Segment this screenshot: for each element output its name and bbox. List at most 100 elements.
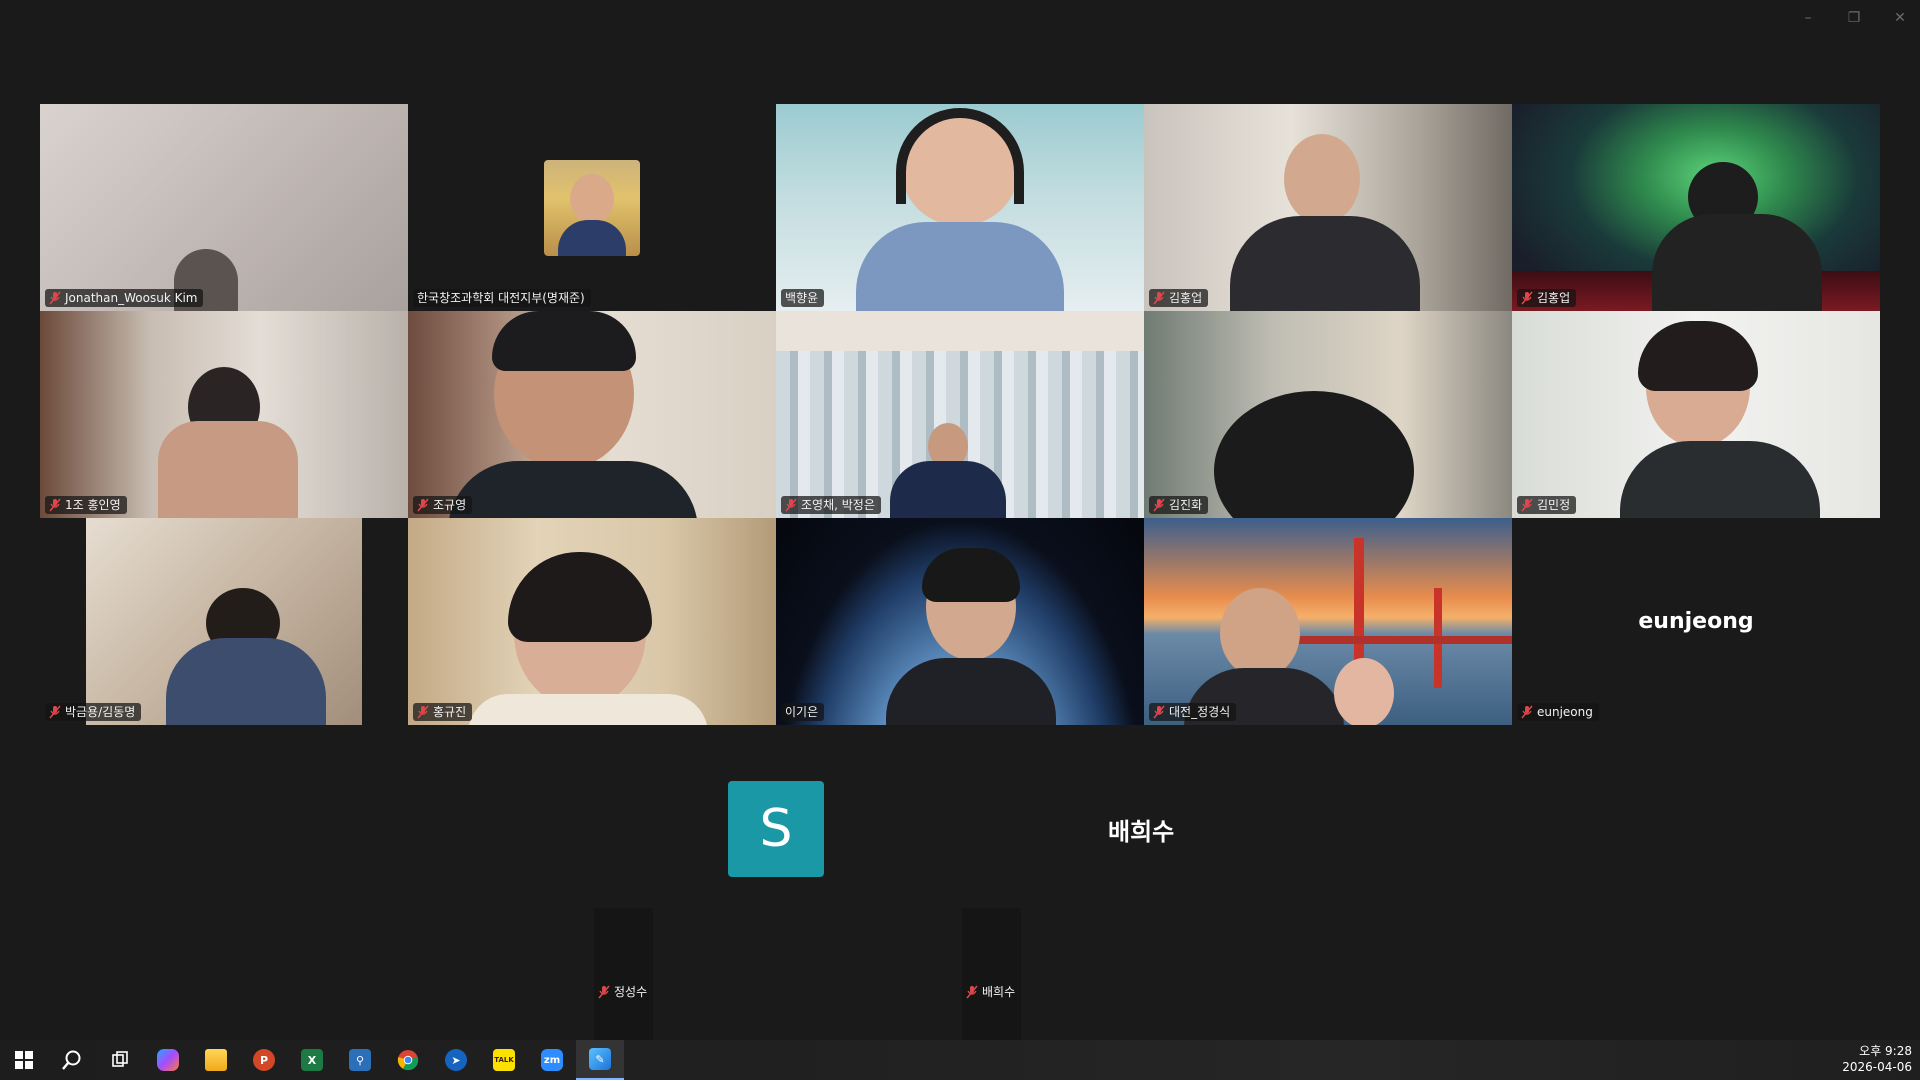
participant-display-name: eunjeong xyxy=(1638,609,1754,634)
participant-avatar[interactable]: S xyxy=(728,781,824,877)
mic-off-icon xyxy=(417,498,429,512)
chrome-icon[interactable] xyxy=(384,1040,432,1080)
app-icon[interactable]: ⚲ xyxy=(336,1040,384,1080)
participant-body xyxy=(166,638,326,725)
close-button[interactable]: ✕ xyxy=(1890,8,1910,28)
video-tile[interactable]: 이기은 xyxy=(776,518,1144,725)
video-tile[interactable]: 조영채, 박정은 xyxy=(776,311,1144,518)
video-feed xyxy=(776,104,1144,311)
hair xyxy=(1638,321,1758,391)
video-tile[interactable]: 1조 홍인영 xyxy=(40,311,408,518)
video-tile[interactable]: 대전_정경식 xyxy=(1144,518,1512,725)
participant-body xyxy=(1230,216,1420,311)
participant-name: 1조 홍인영 xyxy=(65,498,121,512)
participant-name: 조영채, 박정은 xyxy=(801,498,875,512)
zoom-icon[interactable]: zm xyxy=(528,1040,576,1080)
video-tile[interactable]: 박금용/김동명 xyxy=(40,518,408,725)
video-feed xyxy=(40,311,408,518)
restore-button[interactable]: ❐ xyxy=(1844,8,1864,28)
mic-off-icon xyxy=(785,498,797,512)
video-tile[interactable]: 홍규진 xyxy=(408,518,776,725)
video-tile-active-speaker[interactable]: 백향윤 xyxy=(776,104,1144,311)
participant-silhouette xyxy=(1220,588,1300,678)
video-feed xyxy=(86,518,362,725)
video-feed xyxy=(408,311,776,518)
video-tile[interactable]: 김홍업 xyxy=(1512,104,1880,311)
participant-name-tag: 김홍업 xyxy=(1517,289,1577,307)
video-tile[interactable]: 김진화 xyxy=(1144,311,1512,518)
participant-name: 김민정 xyxy=(1537,498,1571,512)
video-tile[interactable]: eunjeong eunjeong xyxy=(1512,518,1880,725)
participant-name: 정성수 xyxy=(614,985,648,999)
participant-name-tag: 한국창조과학회 대전지부(명재준) xyxy=(413,289,591,307)
zoom-meeting-window: – ❐ ✕ Jonathan_Woosuk Kim 한국창조과학회 대전지부(명… xyxy=(0,0,1920,1080)
powerpoint-icon[interactable]: P xyxy=(240,1040,288,1080)
participant-body xyxy=(468,694,708,725)
video-tile[interactable]: 조규영 xyxy=(408,311,776,518)
participant-body xyxy=(158,421,298,518)
hair xyxy=(508,552,652,642)
participant-body xyxy=(1620,441,1820,518)
child-silhouette xyxy=(1334,658,1394,725)
participant-name: 조규영 xyxy=(433,498,467,512)
video-feed-earth-background xyxy=(776,518,1144,725)
participant-name-tag: 1조 홍인영 xyxy=(45,496,127,514)
participant-name: 김홍업 xyxy=(1537,291,1571,305)
mic-off-icon xyxy=(1521,498,1533,512)
video-feed xyxy=(408,518,776,725)
windows-taskbar: P X ⚲ ➤ TALK zm ✎ 오후 9:28 2026-04-06 xyxy=(0,1040,1920,1080)
participant-body xyxy=(890,461,1006,518)
video-feed xyxy=(1144,311,1512,518)
hair xyxy=(492,311,636,371)
participant-name: 백향윤 xyxy=(785,291,819,305)
kakaotalk-icon[interactable]: TALK xyxy=(480,1040,528,1080)
participant-name-tag: 박금용/김동명 xyxy=(45,703,142,721)
mic-off-icon xyxy=(1153,498,1165,512)
participant-name: Jonathan_Woosuk Kim xyxy=(65,291,198,305)
screen-tool-icon[interactable]: ✎ xyxy=(576,1040,624,1080)
video-feed-aurora-background xyxy=(1512,104,1880,311)
clock-date: 2026-04-06 xyxy=(1842,1060,1912,1074)
profile-picture xyxy=(544,160,640,256)
participant-display-name[interactable]: 배희수 xyxy=(1108,812,1174,847)
participant-name: 김진화 xyxy=(1169,498,1203,512)
pinned-app-icon[interactable]: ➤ xyxy=(432,1040,480,1080)
task-view-icon[interactable] xyxy=(96,1040,144,1080)
participant-name: eunjeong xyxy=(1537,705,1593,719)
mic-off-icon xyxy=(49,498,61,512)
participant-name-tag: 백향윤 xyxy=(781,289,825,307)
participant-name: 홍규진 xyxy=(433,705,467,719)
participant-name: 배희수 xyxy=(982,985,1016,999)
window-controls: – ❐ ✕ xyxy=(1798,8,1910,28)
copilot-icon[interactable] xyxy=(144,1040,192,1080)
clock-time: 오후 9:28 xyxy=(1859,1044,1912,1058)
participant-name-tag: 이기은 xyxy=(781,703,825,721)
participant-name-tag: Jonathan_Woosuk Kim xyxy=(45,289,204,307)
participant-body xyxy=(1652,214,1822,311)
hair xyxy=(922,548,1020,602)
excel-icon[interactable]: X xyxy=(288,1040,336,1080)
mic-off-icon xyxy=(49,291,61,305)
search-icon[interactable] xyxy=(48,1040,96,1080)
participant-name-tag: 조영채, 박정은 xyxy=(781,496,881,514)
video-tile[interactable]: Jonathan_Woosuk Kim xyxy=(40,104,408,311)
mic-off-icon xyxy=(417,705,429,719)
video-feed xyxy=(1512,311,1880,518)
video-tile[interactable]: 김민정 xyxy=(1512,311,1880,518)
video-tile[interactable]: 한국창조과학회 대전지부(명재준) xyxy=(408,104,776,311)
video-tile[interactable]: 김홍업 xyxy=(1144,104,1512,311)
video-grid: Jonathan_Woosuk Kim 한국창조과학회 대전지부(명재준) 백향… xyxy=(40,104,1880,725)
video-feed xyxy=(1144,104,1512,311)
mic-off-icon xyxy=(1521,291,1533,305)
participant-name: 한국창조과학회 대전지부(명재준) xyxy=(417,291,585,305)
mic-off-icon xyxy=(1521,705,1533,719)
file-explorer-icon[interactable] xyxy=(192,1040,240,1080)
mic-off-icon xyxy=(49,705,61,719)
video-feed-curtain xyxy=(776,311,1144,518)
participant-name: 김홍업 xyxy=(1169,291,1203,305)
minimize-button[interactable]: – xyxy=(1798,8,1818,28)
participant-name-tag: eunjeong xyxy=(1517,703,1599,721)
windows-start-icon[interactable] xyxy=(0,1040,48,1080)
system-clock[interactable]: 오후 9:28 2026-04-06 xyxy=(1842,1043,1912,1075)
headphones xyxy=(896,108,1024,204)
